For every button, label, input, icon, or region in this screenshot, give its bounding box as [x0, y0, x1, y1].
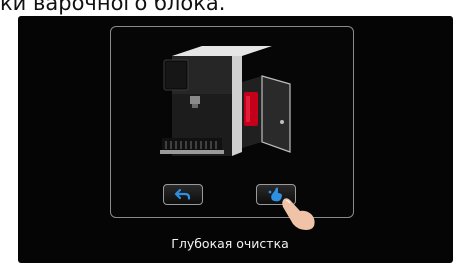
side-door [261, 75, 291, 153]
page-heading-fragment: ки варочного блока. [0, 0, 226, 15]
brew-unit-highlight [246, 96, 250, 122]
side-door-latch [280, 120, 284, 124]
back-arrow-icon [174, 188, 191, 200]
drip-tray-edge [160, 150, 224, 154]
back-button[interactable] [163, 184, 203, 205]
screen-caption: Глубокая очистка [171, 236, 289, 251]
pointing-finger-icon [282, 198, 315, 230]
machine-spout [190, 96, 200, 104]
manual-screenshot: ки варочного блока. Глубокая очистка [0, 0, 457, 265]
machine-side-strip [232, 56, 242, 156]
coffee-machine-illustration [160, 46, 291, 156]
machine-display-glass [166, 62, 186, 88]
machine-spout-tip [192, 104, 198, 108]
machine-top [172, 46, 272, 56]
